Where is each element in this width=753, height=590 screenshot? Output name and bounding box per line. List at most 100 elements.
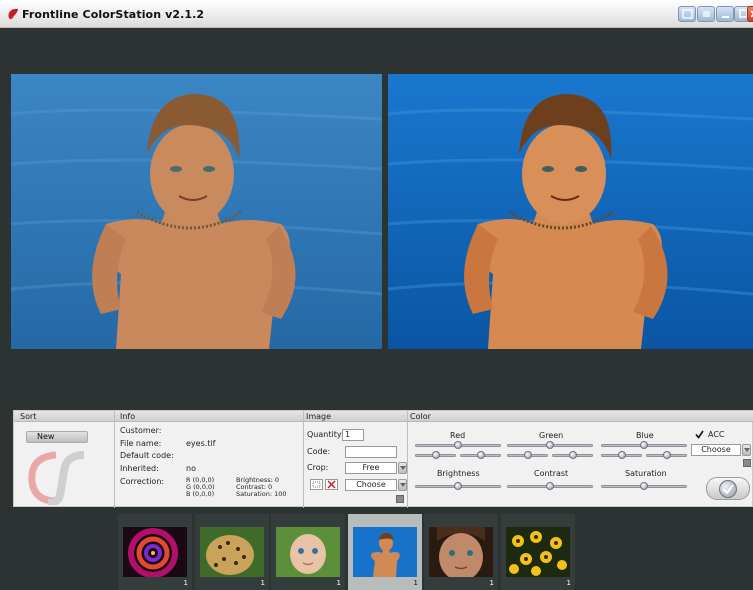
thumbnail-count: 1: [566, 579, 571, 587]
spiral-thumbnail-image: [123, 527, 187, 577]
code-input[interactable]: [345, 446, 397, 458]
save-image-settings-icon[interactable]: [396, 495, 404, 503]
acc-checkbox[interactable]: [695, 430, 704, 439]
brightness-slider-knob[interactable]: [454, 482, 462, 490]
thumbnail-boy-in-water[interactable]: 1: [348, 514, 422, 590]
thumbnail-count: 1: [336, 579, 341, 587]
crop-label: Crop:: [307, 463, 329, 472]
apply-knob: [719, 480, 737, 498]
brightness-label: Brightness: [437, 469, 480, 478]
color-section-title: Color: [410, 412, 431, 421]
profile-select[interactable]: Choose: [691, 444, 741, 456]
baby-thumbnail-image: [276, 527, 340, 577]
red-slider[interactable]: [415, 441, 501, 449]
thumbnail-baby[interactable]: 1: [271, 514, 345, 590]
green-label: Green: [539, 431, 564, 440]
customer-label: Customer:: [120, 426, 162, 435]
crop-select[interactable]: Free: [345, 462, 397, 474]
blue-fine-slider-right[interactable]: [646, 451, 687, 459]
size-select[interactable]: Choose: [345, 479, 397, 491]
minimize-button[interactable]: [716, 6, 734, 22]
compact-view-button[interactable]: [678, 6, 696, 22]
checkmark-icon: [722, 484, 734, 495]
save-color-settings-icon[interactable]: [743, 459, 751, 467]
blue-fine-knob-left[interactable]: [617, 451, 626, 459]
boy-in-water-thumbnail-image: [353, 527, 417, 577]
cross-icon: [327, 480, 336, 489]
red-fine-slider-right[interactable]: [460, 451, 501, 459]
quantity-input[interactable]: 1: [342, 429, 364, 441]
chevron-down-icon: [400, 466, 406, 470]
close-button[interactable]: [747, 6, 753, 22]
thumbnail-count: 1: [413, 579, 418, 587]
corrected-image: [388, 74, 753, 349]
crop-dropdown-button[interactable]: [398, 462, 407, 474]
red-fine-knob-left[interactable]: [431, 451, 440, 459]
acc-label: ACC: [708, 430, 725, 439]
contrast-slider-knob[interactable]: [546, 482, 554, 490]
crop-frame-glyph: [312, 481, 321, 488]
title-bar: Frontline ColorStation v2.1.2: [0, 0, 753, 28]
girl-eyes-thumbnail-image: [429, 527, 493, 577]
blue-slider-knob[interactable]: [640, 441, 648, 449]
chevron-down-icon: [400, 483, 406, 487]
inherited-label: Inherited:: [120, 464, 159, 473]
contrast-slider[interactable]: [507, 482, 593, 490]
thumbnail-count: 1: [183, 579, 188, 587]
image-section-title: Image: [306, 412, 332, 421]
red-fine-slider-left[interactable]: [415, 451, 456, 459]
blue-fine-knob-right[interactable]: [662, 451, 671, 459]
green-fine-knob-right[interactable]: [568, 451, 577, 459]
divider: [114, 411, 115, 508]
leopard-thumbnail-image: [200, 527, 264, 577]
green-fine-slider-right[interactable]: [552, 451, 593, 459]
divider: [303, 411, 304, 508]
green-slider[interactable]: [507, 441, 593, 449]
blue-fine-slider-left[interactable]: [601, 451, 642, 459]
blue-slider[interactable]: [601, 441, 687, 449]
code-label: Code:: [307, 447, 331, 456]
correction-label: Correction:: [120, 477, 165, 486]
thumbnail-count: 1: [489, 579, 494, 587]
apply-button[interactable]: [706, 477, 750, 500]
minimize-icon: [722, 16, 729, 18]
red-label: Red: [450, 431, 466, 440]
inherited-value: no: [186, 464, 196, 473]
control-panel: Sort Info Image Color New Customer: File…: [13, 410, 753, 508]
new-button[interactable]: New: [26, 431, 88, 443]
compact-view-icon: [682, 9, 693, 19]
original-image: [11, 74, 382, 349]
app-logo-icon: [8, 8, 18, 20]
default-code-label: Default code:: [120, 451, 174, 460]
yellow-flowers-thumbnail-image: [506, 527, 570, 577]
colorstation-logo: [28, 451, 85, 505]
list-view-icon: [703, 11, 710, 17]
window-title: Frontline ColorStation v2.1.2: [22, 8, 205, 21]
divider: [407, 411, 408, 508]
colorstation-window: Frontline ColorStation v2.1.2 Sort Info …: [0, 0, 753, 590]
brightness-slider[interactable]: [415, 482, 501, 490]
thumbnail-spiral[interactable]: 1: [118, 514, 192, 590]
profile-dropdown-button[interactable]: [742, 444, 751, 456]
size-dropdown-button[interactable]: [398, 479, 407, 491]
thumbnail-strip: 1 1 1 1 1 1: [118, 514, 578, 590]
file-name-value: eyes.tif: [186, 439, 216, 448]
quantity-label: Quantity:: [307, 430, 344, 439]
green-slider-knob[interactable]: [546, 441, 554, 449]
green-fine-knob-left[interactable]: [523, 451, 532, 459]
thumbnail-count: 1: [260, 579, 265, 587]
saturation-slider-knob[interactable]: [640, 482, 648, 490]
crop-frame-icon[interactable]: [310, 479, 323, 490]
red-slider-knob[interactable]: [454, 441, 462, 449]
saturation-slider[interactable]: [601, 482, 687, 490]
saturation-label: Saturation: [625, 469, 667, 478]
thumbnail-yellow-flowers[interactable]: 1: [501, 514, 575, 590]
thumbnail-girl-eyes[interactable]: 1: [424, 514, 498, 590]
crop-clear-icon[interactable]: [325, 479, 338, 490]
green-fine-slider-left[interactable]: [507, 451, 548, 459]
thumbnail-leopard[interactable]: 1: [195, 514, 269, 590]
sort-section-title: Sort: [20, 412, 37, 421]
blue-label: Blue: [636, 431, 654, 440]
list-view-button[interactable]: [697, 6, 715, 22]
red-fine-knob-right[interactable]: [476, 451, 485, 459]
